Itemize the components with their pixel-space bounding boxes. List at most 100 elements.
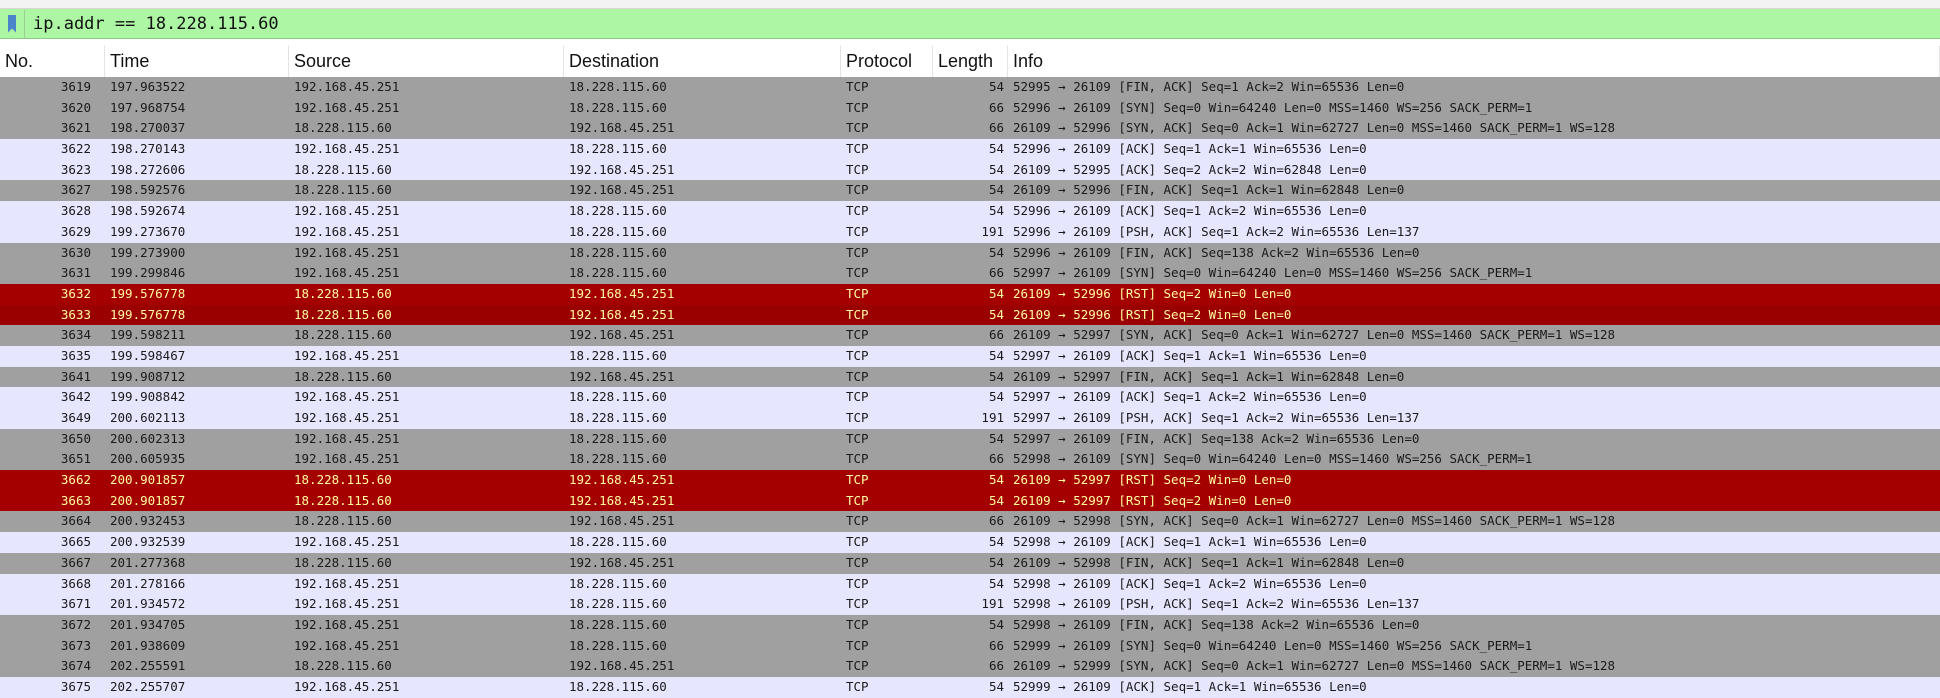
- toolbar-edge: [0, 0, 1940, 9]
- packet-protocol: TCP: [846, 79, 869, 94]
- packet-row[interactable]: 3632 199.576778 18.228.115.60 192.168.45.25…: [0, 283, 1940, 305]
- packet-source: 192.168.45.251: [294, 430, 400, 446]
- display-filter-bar: [0, 9, 1940, 39]
- packet-row[interactable]: 3650 200.602313 192.168.45.251 18.228.115.6…: [0, 428, 1940, 450]
- column-header-protocol[interactable]: Protocol: [841, 46, 933, 77]
- column-header-source[interactable]: Source: [289, 46, 564, 77]
- packet-row[interactable]: 3665 200.932539 192.168.45.251 18.228.115.6…: [0, 532, 1940, 553]
- packet-info: 26109 → 52999 [SYN, ACK] Seq=0 Ack=1 Win…: [1013, 658, 1616, 674]
- packet-no: 3665: [60, 534, 91, 550]
- packet-row[interactable]: 3635 199.598467 192.168.45.251 18.228.115.6…: [0, 345, 1940, 367]
- packet-time: 197.968754: [110, 99, 186, 115]
- packet-row[interactable]: 3622 198.270143 192.168.45.251 18.228.115.6…: [0, 139, 1940, 160]
- packet-row[interactable]: 3651 200.605935 192.168.45.251 18.228.115.6…: [0, 449, 1940, 471]
- packet-info: 26109 → 52997 [RST] Seq=2 Win=0 Len=0: [1013, 492, 1292, 508]
- packet-info: 52997 → 26109 [FIN, ACK] Seq=138 Ack=2 W…: [1013, 430, 1420, 446]
- packet-info: 52997 → 26109 [ACK] Seq=1 Ack=2 Win=6553…: [1013, 389, 1367, 405]
- packet-destination: 18.228.115.60: [569, 678, 667, 694]
- packet-time: 199.273670: [110, 223, 186, 239]
- packet-no: 3621: [60, 120, 91, 136]
- packet-info: 52996 → 26109 [SYN] Seq=0 Win=64240 Len=…: [1013, 99, 1533, 115]
- packet-row[interactable]: 3631 199.299846 192.168.45.251 18.228.115.6…: [0, 263, 1940, 284]
- packet-protocol: TCP: [846, 616, 869, 632]
- packet-no: 3634: [60, 327, 91, 343]
- packet-row[interactable]: 3628 198.592674 192.168.45.251 18.228.115.6…: [0, 201, 1940, 222]
- packet-destination: 18.228.115.60: [569, 596, 667, 612]
- packet-source: 18.228.115.60: [294, 161, 392, 177]
- packet-time: 199.908712: [110, 368, 186, 384]
- packet-destination: 18.228.115.60: [569, 534, 667, 550]
- packet-source: 192.168.45.251: [294, 389, 400, 405]
- packet-time: 199.299846: [110, 265, 186, 281]
- packet-row[interactable]: 3623 198.272606 18.228.115.60 192.168.45.25…: [0, 159, 1940, 181]
- packet-row[interactable]: 3629 199.273670 192.168.45.251 18.228.115.6…: [0, 221, 1940, 243]
- column-header-length[interactable]: Length: [933, 46, 1008, 77]
- column-header-time[interactable]: Time: [105, 46, 289, 77]
- packet-row[interactable]: 3663 200.901857 18.228.115.60 192.168.45.25…: [0, 490, 1940, 512]
- packet-no: 3622: [60, 141, 91, 157]
- packet-time: 201.934572: [110, 596, 186, 612]
- packet-length: 54: [988, 161, 1004, 177]
- packet-row[interactable]: 3621 198.270037 18.228.115.60 192.168.45.25…: [0, 118, 1940, 140]
- packet-length: 66: [988, 265, 1004, 281]
- packet-info: 52996 → 26109 [PSH, ACK] Seq=1 Ack=2 Win…: [1013, 223, 1420, 239]
- packet-time: 199.908842: [110, 389, 186, 405]
- packet-info: 52998 → 26109 [PSH, ACK] Seq=1 Ack=2 Win…: [1013, 596, 1420, 612]
- packet-protocol: TCP: [846, 451, 869, 467]
- packet-destination: 192.168.45.251: [569, 285, 675, 301]
- packet-protocol: TCP: [846, 161, 869, 177]
- packet-length: 54: [988, 285, 1004, 301]
- packet-protocol: TCP: [846, 678, 869, 694]
- packet-source: 192.168.45.251: [294, 678, 400, 694]
- packet-info: 52998 → 26109 [FIN, ACK] Seq=138 Ack=2 W…: [1013, 616, 1420, 632]
- packet-destination: 192.168.45.251: [569, 368, 675, 384]
- packet-row[interactable]: 3620 197.968754 192.168.45.251 18.228.115.6…: [0, 97, 1940, 119]
- packet-time: 199.576778: [110, 306, 186, 322]
- packet-row[interactable]: 3627 198.592576 18.228.115.60 192.168.45.25…: [0, 180, 1940, 202]
- packet-row[interactable]: 3672 201.934705 192.168.45.251 18.228.115.6…: [0, 614, 1940, 636]
- column-header-info[interactable]: Info: [1008, 46, 1940, 77]
- packet-row[interactable]: 3668 201.278166 192.168.45.251 18.228.115.6…: [0, 573, 1940, 595]
- packet-protocol: TCP: [846, 347, 869, 363]
- packet-protocol: TCP: [846, 472, 869, 488]
- packet-row[interactable]: 3662 200.901857 18.228.115.60 192.168.45.25…: [0, 470, 1940, 491]
- packet-row[interactable]: 3630 199.273900 192.168.45.251 18.228.115.6…: [0, 242, 1940, 264]
- packet-time: 202.255707: [110, 678, 186, 694]
- packet-row[interactable]: 3667 201.277368 18.228.115.60 192.168.45.25…: [0, 552, 1940, 574]
- packet-no: 3619: [60, 79, 91, 94]
- packet-row[interactable]: 3633 199.576778 18.228.115.60 192.168.45.25…: [0, 304, 1940, 326]
- packet-time: 201.934705: [110, 616, 186, 632]
- display-filter-input[interactable]: [25, 9, 1940, 38]
- packet-source: 18.228.115.60: [294, 368, 392, 384]
- filter-bookmark-button[interactable]: [0, 9, 25, 38]
- packet-row[interactable]: 3664 200.932453 18.228.115.60 192.168.45.25…: [0, 511, 1940, 533]
- packet-no: 3620: [60, 99, 91, 115]
- packet-time: 200.605935: [110, 451, 186, 467]
- packet-source: 192.168.45.251: [294, 203, 400, 219]
- packet-source: 192.168.45.251: [294, 534, 400, 550]
- packet-row[interactable]: 3671 201.934572 192.168.45.251 18.228.115.6…: [0, 594, 1940, 615]
- packet-row[interactable]: 3674 202.255591 18.228.115.60 192.168.45.25…: [0, 656, 1940, 677]
- packet-destination: 192.168.45.251: [569, 554, 675, 570]
- column-header-no[interactable]: No.: [0, 46, 105, 77]
- packet-time: 198.592576: [110, 182, 186, 198]
- packet-row[interactable]: 3649 200.602113 192.168.45.251 18.228.115.6…: [0, 408, 1940, 429]
- packet-length: 54: [988, 430, 1004, 446]
- packet-row[interactable]: 3673 201.938609 192.168.45.251 18.228.115.6…: [0, 635, 1940, 657]
- packet-length: 54: [988, 244, 1004, 260]
- packet-destination: 18.228.115.60: [569, 575, 667, 591]
- packet-info: 52999 → 26109 [ACK] Seq=1 Ack=1 Win=6553…: [1013, 678, 1367, 694]
- packet-row[interactable]: 3634 199.598211 18.228.115.60 192.168.45.25…: [0, 325, 1940, 346]
- packet-source: 18.228.115.60: [294, 554, 392, 570]
- packet-row[interactable]: 3641 199.908712 18.228.115.60 192.168.45.25…: [0, 366, 1940, 388]
- packet-destination: 192.168.45.251: [569, 492, 675, 508]
- column-header-destination[interactable]: Destination: [564, 46, 841, 77]
- packet-row[interactable]: 3642 199.908842 192.168.45.251 18.228.115.6…: [0, 387, 1940, 408]
- packet-destination: 18.228.115.60: [569, 223, 667, 239]
- packet-row[interactable]: 3619 197.963522 192.168.45.251 18.228.115.6…: [0, 77, 1940, 98]
- packet-info: 26109 → 52996 [RST] Seq=2 Win=0 Len=0: [1013, 285, 1292, 301]
- packet-length: 54: [988, 347, 1004, 363]
- packet-length: 191: [981, 596, 1004, 612]
- packet-row[interactable]: 3675 202.255707 192.168.45.251 18.228.115.6…: [0, 676, 1940, 698]
- packet-info: 52997 → 26109 [SYN] Seq=0 Win=64240 Len=…: [1013, 265, 1533, 281]
